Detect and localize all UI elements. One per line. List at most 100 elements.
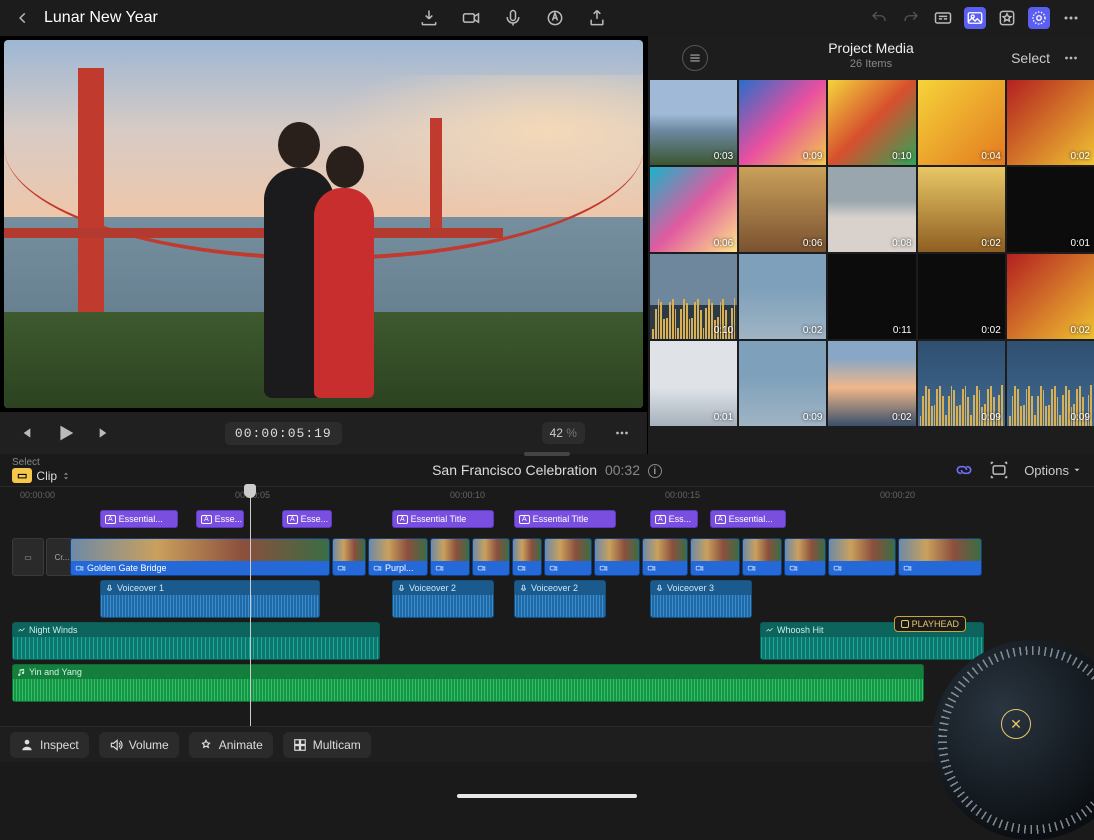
media-clip[interactable]: 0:02 bbox=[739, 254, 826, 339]
animate-button[interactable]: Animate bbox=[189, 732, 273, 758]
clip-mode-selector[interactable]: ▭ Clip bbox=[12, 468, 71, 483]
title-clip[interactable]: AEss... bbox=[650, 510, 698, 528]
volume-button[interactable]: Volume bbox=[99, 732, 179, 758]
photo-browser-icon[interactable] bbox=[964, 7, 986, 29]
clip-duration: 0:02 bbox=[981, 238, 1000, 249]
media-clip[interactable]: 0:08 bbox=[828, 167, 915, 252]
clip-duration: 0:09 bbox=[981, 412, 1000, 423]
timeline-project-name: San Francisco Celebration bbox=[432, 462, 597, 478]
music-clip[interactable]: Yin and Yang bbox=[12, 664, 924, 702]
media-clip[interactable]: 0:02 bbox=[918, 167, 1005, 252]
ruler-tick: 00:00:15 bbox=[665, 490, 700, 500]
video-clip[interactable] bbox=[430, 538, 470, 576]
timeline-ruler[interactable]: 00:00:0000:00:0500:00:1000:00:1500:00:20 bbox=[0, 486, 1094, 506]
back-button[interactable] bbox=[12, 7, 34, 29]
media-clip[interactable]: 0:06 bbox=[650, 167, 737, 252]
more-icon[interactable] bbox=[1060, 7, 1082, 29]
options-button[interactable]: Options bbox=[1024, 463, 1082, 478]
clip-duration: 0:06 bbox=[803, 238, 822, 249]
video-clip[interactable]: Golden Gate Bridge bbox=[70, 538, 330, 576]
media-clip[interactable]: 0:09 bbox=[1007, 341, 1094, 426]
media-clip[interactable]: 0:09 bbox=[918, 341, 1005, 426]
timeline-header: Select ▭ Clip San Francisco Celebration … bbox=[0, 454, 1094, 486]
preview-viewer: 00:00:05:19 42 % bbox=[0, 36, 648, 454]
voiceover-clip[interactable]: Voiceover 2 bbox=[514, 580, 606, 618]
info-icon[interactable]: i bbox=[648, 464, 662, 478]
viewer-more-icon[interactable] bbox=[611, 422, 633, 444]
video-clip[interactable] bbox=[472, 538, 510, 576]
title-clip[interactable]: AEssential Title bbox=[392, 510, 494, 528]
title-clip[interactable]: AEsse... bbox=[282, 510, 332, 528]
project-stub-clip[interactable]: ▭ bbox=[12, 538, 44, 576]
media-clip[interactable]: 0:04 bbox=[918, 80, 1005, 165]
title-clip[interactable]: AEssential Title bbox=[514, 510, 616, 528]
media-clip[interactable]: 0:10 bbox=[828, 80, 915, 165]
zoom-display[interactable]: 42 % bbox=[542, 422, 585, 444]
video-clip[interactable] bbox=[544, 538, 592, 576]
inspect-button[interactable]: Inspect bbox=[10, 732, 89, 758]
clip-duration: 0:02 bbox=[1071, 151, 1090, 162]
import-icon[interactable] bbox=[418, 7, 440, 29]
timeline-tracks[interactable]: AEssential... AEsse... AEsse... AEssential … bbox=[0, 506, 1094, 726]
video-clip[interactable]: Purpl... bbox=[368, 538, 428, 576]
captions-icon[interactable] bbox=[932, 7, 954, 29]
media-clip[interactable]: 0:11 bbox=[828, 254, 915, 339]
next-frame-icon[interactable] bbox=[94, 422, 116, 444]
voiceover-clip[interactable]: Voiceover 3 bbox=[650, 580, 752, 618]
jog-wheel-icon[interactable] bbox=[1028, 7, 1050, 29]
title-clip[interactable]: AEssential... bbox=[100, 510, 178, 528]
video-clip[interactable] bbox=[594, 538, 640, 576]
media-count: 26 Items bbox=[648, 58, 1094, 70]
video-clip[interactable] bbox=[898, 538, 982, 576]
timecode-display[interactable]: 00:00:05:19 bbox=[225, 422, 342, 445]
media-clip[interactable]: 0:10 bbox=[650, 254, 737, 339]
voiceover-track: Voiceover 1 Voiceover 2 Voiceover 2 Voiceov… bbox=[0, 580, 1094, 620]
ruler-tick: 00:00:00 bbox=[20, 490, 55, 500]
mic-icon[interactable] bbox=[502, 7, 524, 29]
link-icon[interactable] bbox=[954, 460, 974, 480]
preview-canvas[interactable] bbox=[4, 40, 643, 408]
video-clip[interactable] bbox=[828, 538, 896, 576]
music-track: Yin and Yang bbox=[0, 664, 1094, 704]
media-clip[interactable]: 0:01 bbox=[650, 341, 737, 426]
video-clip[interactable] bbox=[332, 538, 366, 576]
title-clip[interactable]: AEssential... bbox=[710, 510, 786, 528]
title-clip[interactable]: AEsse... bbox=[196, 510, 244, 528]
media-clip[interactable]: 0:09 bbox=[739, 341, 826, 426]
media-grid: 0:030:090:100:040:020:060:060:080:020:01… bbox=[648, 80, 1094, 454]
prev-frame-icon[interactable] bbox=[14, 422, 36, 444]
media-clip[interactable]: 0:02 bbox=[918, 254, 1005, 339]
multicam-button[interactable]: Multicam bbox=[283, 732, 371, 758]
clip-duration: 0:10 bbox=[714, 325, 733, 336]
video-clip[interactable] bbox=[742, 538, 782, 576]
media-clip[interactable]: 0:09 bbox=[739, 80, 826, 165]
home-indicator bbox=[457, 794, 637, 798]
effects-icon[interactable] bbox=[996, 7, 1018, 29]
sfx-clip[interactable]: Night Winds bbox=[12, 622, 380, 660]
clip-duration: 0:06 bbox=[714, 238, 733, 249]
voiceover-clip[interactable]: Voiceover 2 bbox=[392, 580, 494, 618]
jog-close-button[interactable]: ✕ bbox=[1001, 709, 1031, 739]
voiceover-clip[interactable]: Voiceover 1 bbox=[100, 580, 320, 618]
playhead[interactable] bbox=[250, 486, 251, 726]
video-clip[interactable] bbox=[690, 538, 740, 576]
clip-duration: 0:09 bbox=[1071, 412, 1090, 423]
media-clip[interactable]: 0:01 bbox=[1007, 167, 1094, 252]
play-icon[interactable] bbox=[54, 422, 76, 444]
video-clip[interactable] bbox=[512, 538, 542, 576]
undo-icon[interactable] bbox=[868, 7, 890, 29]
media-clip[interactable]: 0:06 bbox=[739, 167, 826, 252]
annotate-icon[interactable] bbox=[544, 7, 566, 29]
video-clip[interactable] bbox=[642, 538, 688, 576]
media-clip[interactable]: 0:02 bbox=[828, 341, 915, 426]
share-icon[interactable] bbox=[586, 7, 608, 29]
media-clip[interactable]: 0:03 bbox=[650, 80, 737, 165]
top-toolbar: Lunar New Year bbox=[0, 0, 1094, 36]
media-clip[interactable]: 0:02 bbox=[1007, 254, 1094, 339]
focus-icon[interactable] bbox=[988, 459, 1010, 481]
media-clip[interactable]: 0:02 bbox=[1007, 80, 1094, 165]
resize-handle[interactable] bbox=[524, 452, 570, 456]
video-clip[interactable] bbox=[784, 538, 826, 576]
redo-icon[interactable] bbox=[900, 7, 922, 29]
camera-icon[interactable] bbox=[460, 7, 482, 29]
